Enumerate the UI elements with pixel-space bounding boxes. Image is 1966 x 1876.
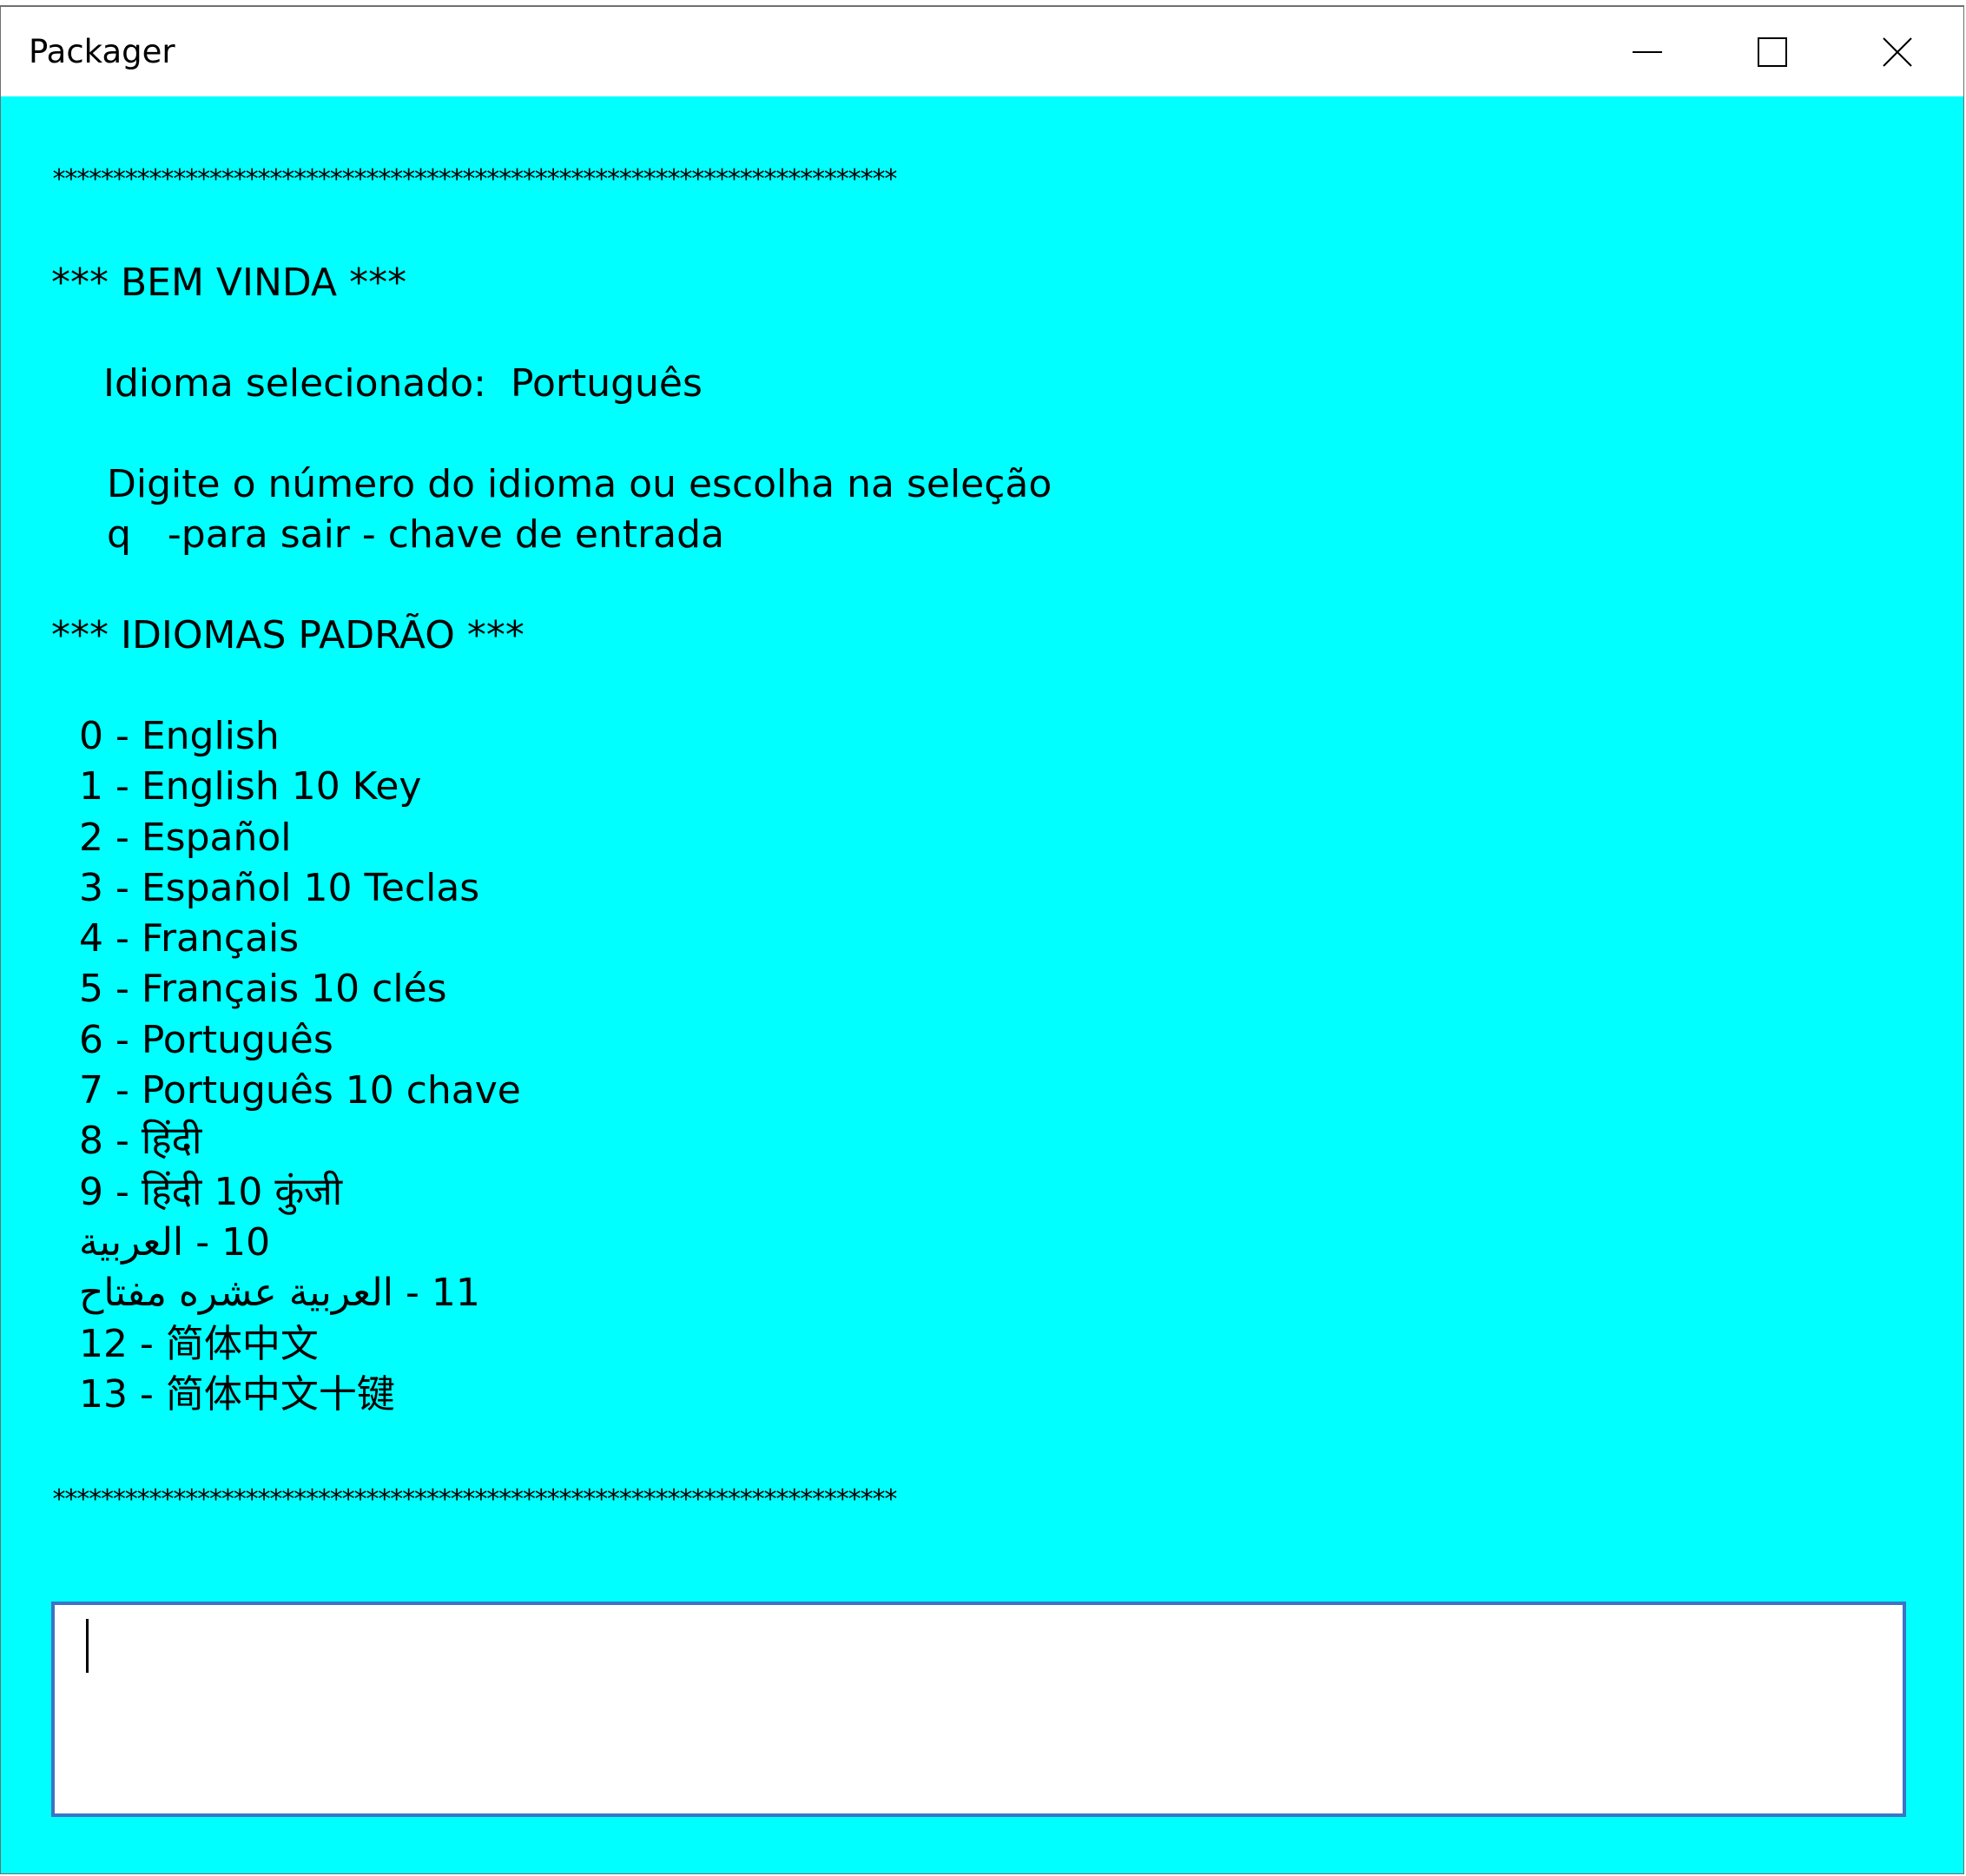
maximize-icon — [1758, 36, 1787, 67]
command-input-box[interactable] — [51, 1602, 1906, 1817]
language-list: 0 - English 1 - English 10 Key 2 - Españ… — [79, 711, 521, 1420]
language-option: 5 - Français 10 clés — [79, 964, 521, 1014]
welcome-heading: *** BEM VINDA *** — [51, 261, 407, 305]
language-option-label: 11 - العربية عشره مفتاح — [79, 1271, 480, 1316]
separator-bottom: ****************************************… — [51, 1484, 899, 1515]
language-option: 13 - 简体中文十键 — [79, 1370, 521, 1420]
language-option: 3 - Español 10 Teclas — [79, 863, 521, 914]
language-option: 9 - हिंदी 10 कुंजी — [79, 1167, 521, 1218]
language-option-label: 2 - Español — [79, 815, 292, 860]
maximize-button[interactable] — [1710, 7, 1835, 96]
language-option-label: 9 - हिंदी 10 कुंजी — [79, 1169, 343, 1214]
language-option: 1 - English 10 Key — [79, 762, 521, 812]
language-option-label: 13 - 简体中文十键 — [79, 1371, 395, 1417]
instruction-quit: q -para sair - chave de entrada — [107, 512, 725, 557]
language-option: 2 - Español — [79, 813, 521, 863]
language-option-label: 3 - Español 10 Teclas — [79, 865, 480, 910]
language-option-label: 7 - Português 10 chave — [79, 1068, 521, 1113]
language-option: 7 - Português 10 chave — [79, 1066, 521, 1116]
standard-languages-heading: *** IDIOMAS PADRÃO *** — [51, 613, 524, 657]
language-option: 6 - Português — [79, 1015, 521, 1066]
selected-language-line: Idioma selecionado: Português — [103, 359, 703, 409]
instruction-enter-number: Digite o número do idioma ou escolha na … — [107, 462, 1052, 506]
close-icon — [1883, 36, 1912, 67]
window-title: Packager — [29, 33, 175, 70]
title-bar[interactable]: Packager — [1, 7, 1963, 96]
language-option-label: 0 - English — [79, 714, 280, 758]
language-option-label: 8 - हिंदी — [79, 1119, 202, 1164]
minimize-icon — [1633, 50, 1662, 53]
minimize-button[interactable] — [1585, 7, 1710, 96]
close-button[interactable] — [1835, 7, 1960, 96]
language-option-label: 12 - 简体中文 — [79, 1321, 319, 1366]
selected-language-value: Português — [511, 361, 703, 406]
language-option: 11 - العربية عشره مفتاح — [79, 1268, 521, 1318]
language-option-label: 4 - Français — [79, 916, 300, 961]
selected-language-label: Idioma selecionado: — [103, 361, 487, 406]
app-window: Packager *******************************… — [0, 5, 1964, 1874]
language-option: 4 - Français — [79, 914, 521, 964]
language-option: 0 - English — [79, 711, 521, 762]
language-option-label: 5 - Français 10 clés — [79, 967, 447, 1012]
separator-top: ****************************************… — [51, 164, 899, 195]
language-option: 12 - 简体中文 — [79, 1319, 521, 1370]
language-option: 10 - العربية — [79, 1218, 521, 1268]
language-option-label: 1 - English 10 Key — [79, 764, 422, 809]
command-input[interactable] — [79, 1614, 1871, 1676]
text-caret — [86, 1619, 89, 1673]
language-option-label: 6 - Português — [79, 1017, 333, 1062]
console-output: ****************************************… — [51, 96, 1910, 1573]
language-option-label: 10 - العربية — [79, 1219, 271, 1265]
language-option: 8 - हिंदी — [79, 1116, 521, 1166]
